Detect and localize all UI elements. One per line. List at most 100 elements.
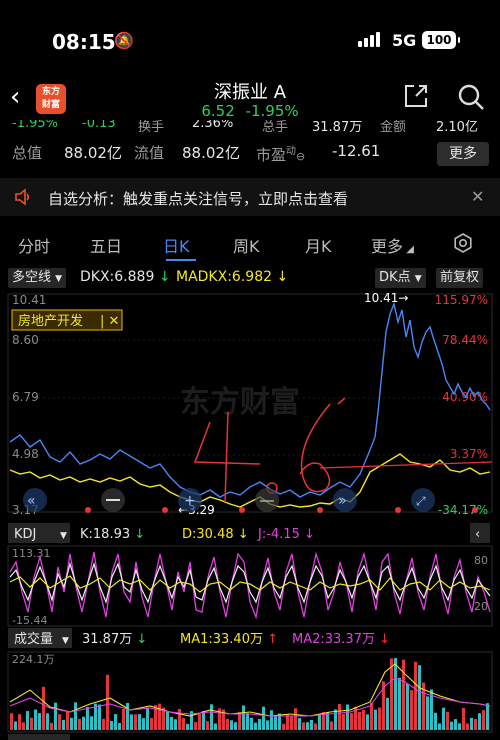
volume-bar <box>378 707 381 730</box>
signal-dot <box>85 507 91 513</box>
kdj-k: K:18.93 ↓ <box>80 527 145 542</box>
tab-daily-k[interactable]: 日K <box>163 233 190 257</box>
volume-bar <box>482 710 485 730</box>
active-tab-underline <box>166 259 196 261</box>
volume-bar <box>402 659 405 730</box>
volume-ma2-text: MA2:33.37万 <box>292 632 375 647</box>
stat-amount: 2.10亿 <box>436 120 478 134</box>
volume-bar <box>74 702 77 730</box>
volume-bar <box>342 713 345 730</box>
stat-change-pct: -1.95% <box>12 120 58 131</box>
pe-info-icon[interactable]: ⊖ <box>296 150 305 163</box>
volume-bar <box>102 718 105 730</box>
kdj-k-text: K:18.93 <box>80 527 130 542</box>
signal-dot <box>472 507 478 513</box>
more-button[interactable]: 更多 <box>437 142 489 166</box>
tab-intraday[interactable]: 分时 <box>18 233 50 257</box>
stat-change: -0.13 <box>82 120 116 131</box>
share-icon[interactable] <box>402 82 430 110</box>
volume-bar <box>334 709 337 730</box>
double-chevron-left-icon: « <box>27 493 36 509</box>
pe-value: -12.61 <box>332 142 381 160</box>
search-icon[interactable] <box>456 82 486 112</box>
signal-dot <box>317 507 323 513</box>
volume-bar <box>466 723 469 730</box>
plus-icon: + <box>184 493 196 509</box>
analysis-banner[interactable]: 自选分析：触发重点关注信号，立即点击查看 ✕ <box>0 178 500 216</box>
next-indicator-selector[interactable] <box>8 734 70 740</box>
volume-bar <box>14 721 17 730</box>
tab-five-day[interactable]: 五日 <box>90 233 122 257</box>
volume-ma2: MA2:33.37万 ↓ <box>292 632 390 647</box>
volume-bar <box>150 718 153 730</box>
volume-bar <box>370 702 373 730</box>
volume-bar <box>194 722 197 730</box>
volume-bar <box>186 723 189 730</box>
volume-bar <box>178 708 181 730</box>
volume-bar <box>22 722 25 730</box>
kdj-j: J:-4.15 ↓ <box>257 527 315 542</box>
expand-icon: ⤢ <box>415 494 426 508</box>
dkx-text: DKX:6.889 <box>80 269 155 285</box>
tab-weekly-k[interactable]: 周K <box>233 233 260 257</box>
adjust-button[interactable]: 前复权 <box>436 268 484 288</box>
signal-dot <box>395 507 401 513</box>
total-value-label: 总值 <box>12 144 43 162</box>
indicator-selector[interactable]: 多空线 ▼ <box>8 268 67 288</box>
close-icon[interactable]: ✕ <box>471 187 484 206</box>
watermark: 东方财富 <box>180 385 300 420</box>
volume-bar <box>438 723 441 730</box>
volume-bar <box>450 721 453 730</box>
volume-bar <box>70 717 73 730</box>
stat-volume-label: 总手 <box>262 120 289 134</box>
volume-bar <box>78 718 81 730</box>
volume-bar <box>454 719 457 730</box>
volume-bar <box>410 690 413 730</box>
chart-area[interactable]: 东方财富 10.41 8.60 6.79 4.98 3.17 115.97% 7… <box>0 291 500 740</box>
volume-selector-label: 成交量 <box>14 631 53 647</box>
kdj-y-right-top: 80 <box>474 554 488 567</box>
speaker-icon <box>15 188 30 206</box>
volume-bar <box>398 677 401 730</box>
volume-bars <box>10 658 489 730</box>
kline-charts[interactable]: 东方财富 10.41 8.60 6.79 4.98 3.17 115.97% 7… <box>0 291 500 740</box>
y-label-4: 4.98 <box>12 447 39 461</box>
high-marker: 10.41→ <box>364 292 408 305</box>
volume-selector-arrow: ▼ <box>62 636 69 646</box>
volume-bar <box>82 716 85 730</box>
volume-bar <box>66 711 69 730</box>
volume-bar <box>374 709 377 730</box>
volume-bar <box>302 722 305 730</box>
volume-bar <box>486 703 489 730</box>
dk-point-button[interactable]: DK点 ▼ <box>375 268 426 288</box>
volume-bar <box>86 706 89 730</box>
sector-tag-close[interactable]: | ✕ <box>100 314 119 329</box>
dkx-value: DKX:6.889 ↓ <box>80 269 171 285</box>
volume-bar <box>174 719 177 730</box>
volume-bar <box>294 708 297 730</box>
signal-icon <box>358 32 380 47</box>
volume-bar <box>250 717 253 730</box>
kdj-d: D:30.48 ↓ <box>182 527 249 542</box>
stat-volume: 31.87万 <box>312 120 363 134</box>
volume-bar <box>414 661 417 730</box>
volume-bar <box>210 704 213 730</box>
tab-monthly-k[interactable]: 月K <box>305 233 332 257</box>
volume-bar <box>206 721 209 730</box>
tab-more[interactable]: 更多 ◢ <box>371 233 414 257</box>
status-time: 08:15 <box>52 30 116 54</box>
volume-bar <box>26 711 29 730</box>
pe-sup: 动 <box>286 146 297 157</box>
volume-bar <box>226 718 229 730</box>
volume-bar <box>170 716 173 730</box>
gear-icon[interactable] <box>452 232 474 254</box>
volume-bar <box>326 712 329 730</box>
kdj-y-top: 113.31 <box>12 547 51 560</box>
madkx-text: MADKX:6.982 <box>176 269 273 285</box>
tab-more-label: 更多 <box>371 237 404 256</box>
volume-bar <box>478 713 481 730</box>
volume-bar <box>126 702 129 730</box>
volume-bar <box>234 722 237 730</box>
madkx-value: MADKX:6.982 ↓ <box>176 269 289 285</box>
volume-bar <box>30 717 33 730</box>
